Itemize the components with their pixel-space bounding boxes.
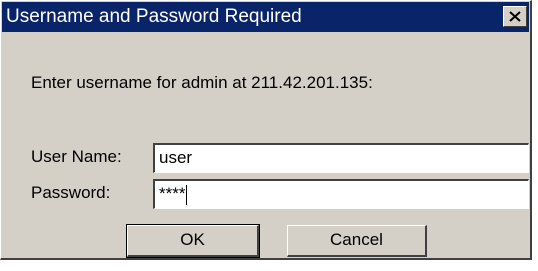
- prompt-text: Enter username for admin at 211.42.201.1…: [31, 73, 373, 92]
- dialog-title: Username and Password Required: [6, 6, 302, 27]
- username-value: user: [159, 148, 193, 167]
- ok-button[interactable]: OK: [126, 224, 260, 258]
- password-value: ****: [159, 184, 186, 203]
- close-button[interactable]: [503, 6, 527, 27]
- password-label: Password:: [31, 183, 111, 202]
- username-label: User Name:: [31, 147, 122, 166]
- username-field[interactable]: user: [153, 143, 529, 173]
- text-caret: [186, 184, 188, 205]
- cancel-button[interactable]: Cancel: [287, 225, 427, 257]
- title-bar[interactable]: Username and Password Required: [2, 2, 529, 32]
- auth-dialog: Username and Password Required Enter use…: [0, 0, 532, 260]
- password-field[interactable]: ****: [153, 179, 529, 209]
- close-icon: [509, 11, 521, 22]
